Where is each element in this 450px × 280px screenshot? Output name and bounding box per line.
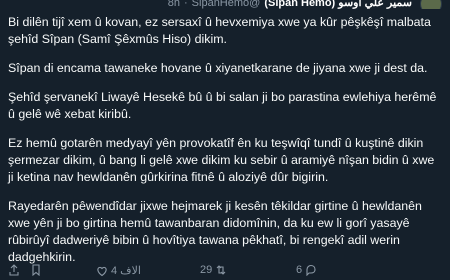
like-button[interactable]: الاف 4 — [96, 264, 141, 277]
tweet-paragraph-3: Şehîd şervanekî Liwayê Hesekê bû û bi sa… — [8, 90, 437, 121]
tweet-paragraph-2: Sîpan di encama tawaneke hovane û xiyane… — [8, 61, 428, 75]
bookmark-button[interactable] — [30, 264, 42, 276]
tweet-page: 8h · SipanHemo@ (Sîpan Hemo) سمير علي او… — [0, 0, 450, 280]
bookmark-icon — [30, 264, 42, 276]
author-row[interactable]: 8h · SipanHemo@ (Sîpan Hemo) سمير علي او… — [168, 0, 412, 9]
author-handle[interactable]: SipanHemo@ — [192, 0, 261, 9]
tweet-paragraph-5: Rayedarên pêwendîdar jixwe hejmarek ji k… — [8, 199, 422, 264]
tweet-header: 8h · SipanHemo@ (Sîpan Hemo) سمير علي او… — [0, 0, 450, 9]
reply-button[interactable]: 6 — [296, 264, 317, 276]
tweet-text: Bi dilên tijî xem û kovan, ez sersaxî û … — [8, 14, 442, 278]
separator-dot: · — [184, 0, 188, 9]
avatar[interactable] — [420, 0, 442, 9]
share-icon — [8, 264, 20, 276]
tweet-actions: الاف 4 29 6 — [0, 264, 450, 280]
like-count: الاف 4 — [111, 265, 141, 277]
tweet-paragraph-4: Ez hemû gotarên medyayî yên provokatîf ê… — [8, 136, 435, 184]
retweet-button[interactable]: 29 — [200, 264, 227, 276]
author-name[interactable]: (Sîpan Hemo) سمير علي اوسو — [264, 0, 412, 9]
reply-icon — [305, 264, 317, 276]
share-button[interactable] — [8, 264, 20, 276]
reply-count: 6 — [296, 264, 303, 276]
tweet-time[interactable]: 8h — [168, 0, 180, 9]
heart-icon — [96, 265, 108, 277]
tweet-paragraph-1: Bi dilên tijî xem û kovan, ez sersaxî û … — [8, 15, 431, 46]
retweet-count: 29 — [200, 264, 213, 276]
retweet-icon — [215, 264, 227, 276]
